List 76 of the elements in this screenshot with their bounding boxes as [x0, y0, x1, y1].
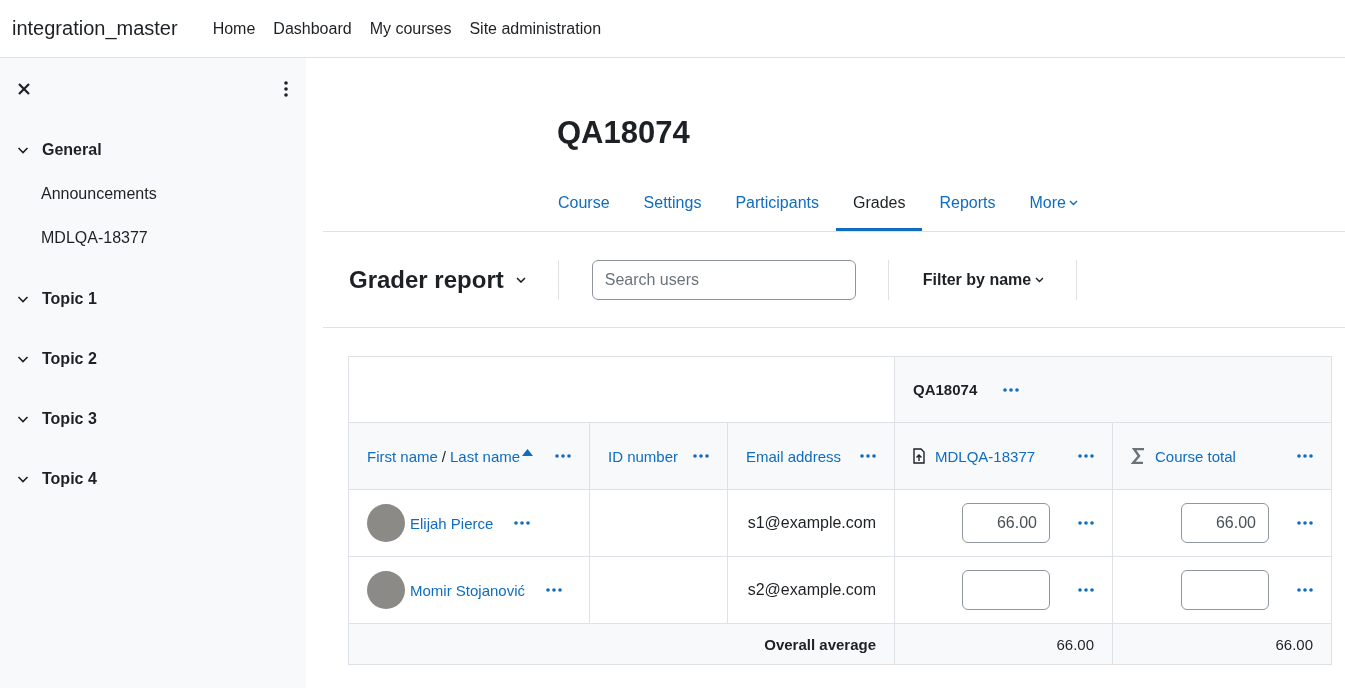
nav-tab[interactable]: Participants [718, 175, 836, 231]
activity-link[interactable]: MDLQA-18377 [16, 216, 290, 260]
report-selector[interactable]: Grader report [349, 265, 526, 294]
site-name[interactable]: integration_master [12, 17, 178, 40]
avatar-photo [367, 504, 405, 542]
sort-link[interactable]: ID number [608, 447, 679, 465]
nav-tab[interactable]: Reports [922, 175, 1013, 231]
section-link[interactable]: Topic 3 [42, 410, 97, 428]
actions-button[interactable] [514, 521, 531, 525]
nav-tab[interactable]: Settings [626, 175, 719, 231]
ellipsis-icon [1297, 521, 1313, 525]
actions-button[interactable] [546, 588, 563, 592]
sort-link[interactable]: Email address [746, 447, 842, 465]
table-cell: Overall average [348, 623, 895, 665]
nav-tab[interactable]: Course [541, 175, 627, 231]
caret-icon [515, 276, 526, 283]
separator: / [441, 447, 447, 465]
actions-button[interactable] [1078, 588, 1094, 592]
ellipsis-icon [693, 454, 709, 458]
caret-icon [1035, 276, 1045, 283]
nav-link[interactable]: Site administration [469, 19, 602, 38]
nav-link[interactable]: My courses [369, 19, 452, 38]
course-title: QA18074 [557, 114, 691, 152]
avatar-photo [367, 571, 405, 609]
actions-button[interactable] [860, 454, 876, 458]
table-cell: s1@example.com [727, 489, 895, 557]
user-link[interactable]: Elijah Pierce [410, 514, 494, 532]
ellipsis-icon [1078, 521, 1094, 525]
ellipsis-icon [1297, 454, 1313, 458]
section-link[interactable]: Topic 2 [42, 350, 97, 368]
actions-button[interactable] [693, 454, 709, 458]
ellipsis-icon [1003, 387, 1020, 392]
table-cell: 66.00 [1112, 623, 1332, 665]
ellipsis-icon [1078, 588, 1094, 592]
ellipsis-icon [546, 588, 563, 592]
sort-link[interactable]: Last name [450, 447, 521, 465]
close-icon [18, 83, 30, 95]
nav-link[interactable]: Dashboard [273, 19, 352, 38]
close-button[interactable] [16, 81, 32, 97]
grade-input[interactable]: 66.00 [1181, 503, 1269, 543]
grade-item-link[interactable]: Course total [1155, 447, 1236, 465]
actions-button[interactable] [1297, 454, 1313, 458]
sort-link[interactable]: First name [367, 447, 438, 465]
ellipsis-icon [555, 454, 571, 458]
file-upload-icon [913, 448, 925, 464]
nav-link[interactable]: Home [212, 19, 256, 38]
sigma-icon [1131, 448, 1145, 464]
ellipsis-icon [1078, 454, 1094, 458]
grade-input[interactable] [1181, 570, 1269, 610]
ellipsis-icon [514, 521, 531, 525]
section-link[interactable]: Topic 1 [42, 290, 97, 308]
grade-input[interactable]: 66.00 [962, 503, 1050, 543]
table-cell: 66.00 [894, 623, 1113, 665]
actions-button[interactable] [1078, 454, 1094, 458]
ellipsis-icon [1297, 588, 1313, 592]
user-link[interactable]: Momir Stojanović [410, 581, 526, 599]
caret-icon [1068, 200, 1078, 206]
activity-link[interactable]: Announcements [16, 172, 290, 216]
grade-item-link[interactable]: MDLQA-18377 [935, 447, 1036, 465]
ellipsis-icon [860, 454, 876, 458]
kebab-icon [284, 81, 288, 97]
section-link[interactable]: Topic 4 [42, 470, 97, 488]
actions-button[interactable] [555, 454, 571, 458]
actions-button[interactable] [1297, 588, 1313, 592]
category-name: QA18074 [913, 381, 978, 398]
actions-button[interactable] [1297, 521, 1313, 525]
table-cell: s2@example.com [727, 556, 895, 624]
section-link[interactable]: General [42, 141, 102, 159]
nav-tab[interactable]: Grades [836, 175, 923, 231]
nav-tab[interactable]: More [1012, 175, 1095, 231]
filter-dropdown[interactable]: Filter by name [922, 270, 1045, 289]
options-button[interactable] [282, 79, 290, 99]
search-field[interactable]: Search users [591, 259, 856, 300]
actions-button[interactable] [1003, 387, 1020, 392]
grade-input[interactable] [962, 570, 1050, 610]
actions-button[interactable] [1078, 521, 1094, 525]
